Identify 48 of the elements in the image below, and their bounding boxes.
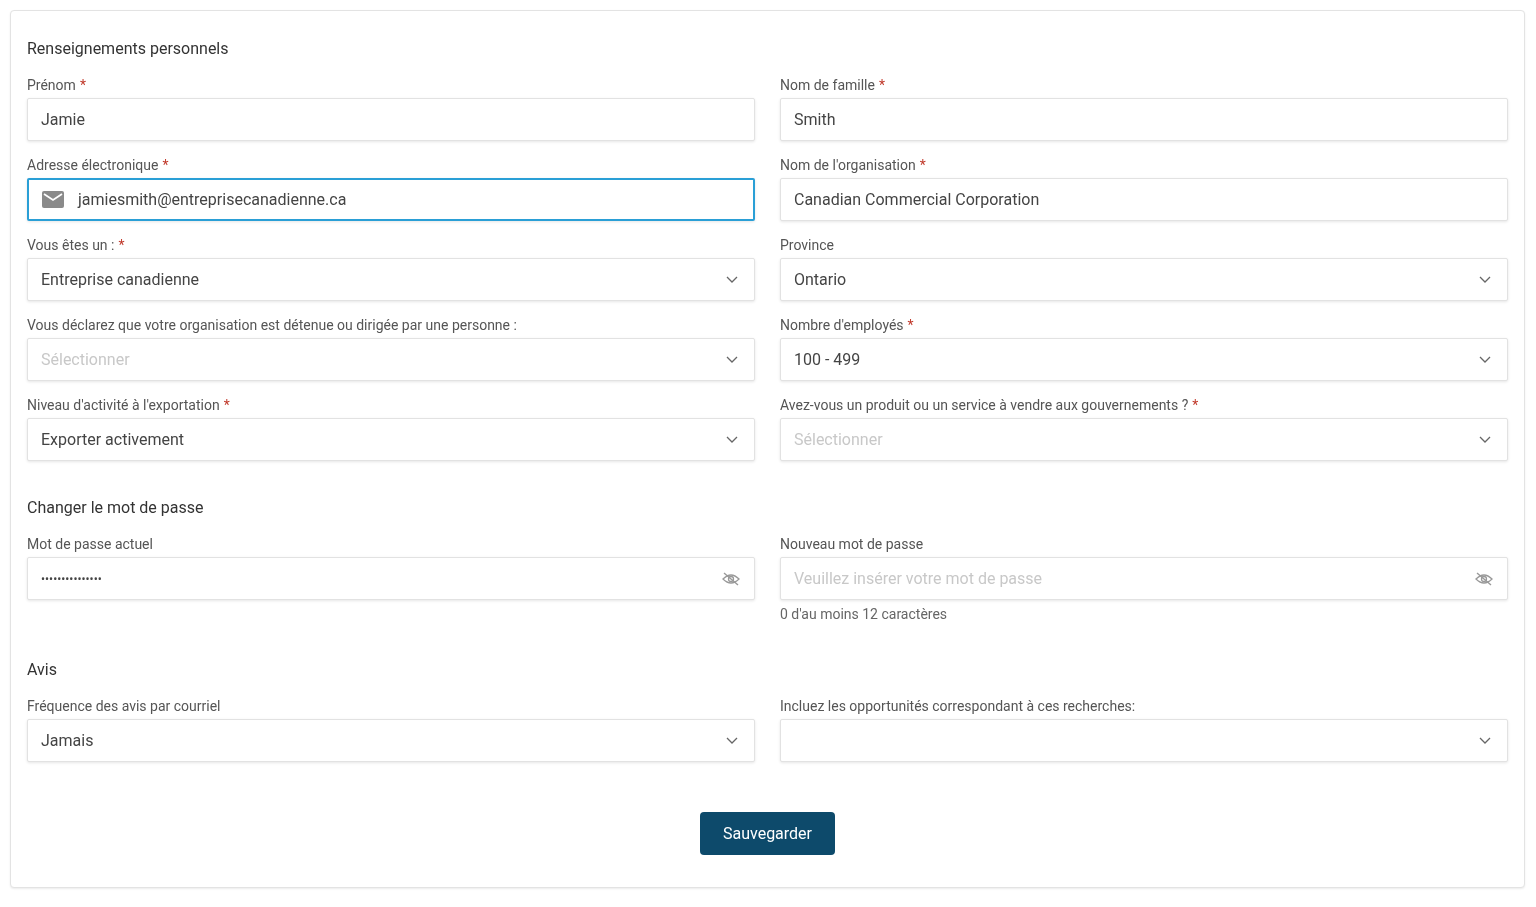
field-label: Incluez les opportunités correspondant à ces recherches:	[780, 697, 1136, 715]
field-label: Vous êtes un :	[27, 236, 115, 254]
chevron-down-icon	[726, 355, 738, 364]
text-field[interactable]: Jamie	[27, 98, 755, 141]
field-label: Nouveau mot de passe	[780, 535, 924, 553]
chevron-down-icon	[1479, 275, 1491, 284]
field-label: Prénom	[27, 76, 76, 94]
field-label: Avez-vous un produit ou un service à vendre aux gouvernements ?	[780, 396, 1189, 414]
field-label: Vous déclarez que votre organisation est détenue ou dirigée par une personne :	[27, 316, 517, 334]
required-mark: *	[1192, 396, 1199, 414]
required-mark: *	[79, 76, 86, 94]
section-title: Avis	[27, 659, 58, 681]
select-dropdown[interactable]: Entreprise canadienne	[27, 258, 755, 301]
text-field[interactable]: Canadian Commercial Corporation	[780, 178, 1508, 221]
required-mark: *	[919, 156, 926, 174]
eye-off-icon[interactable]	[1475, 571, 1493, 586]
select-dropdown[interactable]: Ontario	[780, 258, 1508, 301]
select-dropdown[interactable]: Exporter activement	[27, 418, 755, 461]
chevron-down-icon	[726, 736, 738, 745]
field-label: Adresse électronique	[27, 156, 159, 174]
required-mark: *	[907, 316, 914, 334]
field-label: Fréquence des avis par courriel	[27, 697, 221, 715]
save-button[interactable]: Sauvegarder	[699, 812, 835, 855]
chevron-down-icon	[1479, 355, 1491, 364]
chevron-down-icon	[726, 435, 738, 444]
password-field[interactable]: •••••••••••••••	[27, 557, 755, 600]
field-label: Mot de passe actuel	[27, 535, 153, 553]
select-dropdown[interactable]: Jamais	[27, 719, 755, 762]
field-label: Nom de famille	[780, 76, 875, 94]
chevron-down-icon	[1479, 736, 1491, 745]
hint-text: 0 d'au moins 12 caractères	[780, 605, 949, 623]
chevron-down-icon	[726, 275, 738, 284]
section-title: Renseignements personnels	[27, 38, 230, 60]
required-mark: *	[162, 156, 169, 174]
field-label: Nom de l'organisation	[780, 156, 916, 174]
field-label: Province	[780, 236, 834, 254]
select-dropdown[interactable]: 100 - 499	[780, 338, 1508, 381]
field-label: Niveau d'activité à l'exportation	[27, 396, 220, 414]
section-title: Changer le mot de passe	[27, 497, 205, 519]
required-mark: *	[118, 236, 125, 254]
eye-off-icon[interactable]	[722, 571, 740, 586]
required-mark: *	[878, 76, 885, 94]
field-label: Nombre d'employés	[780, 316, 904, 334]
required-mark: *	[223, 396, 230, 414]
envelope-icon	[42, 191, 64, 208]
chevron-down-icon	[1479, 435, 1491, 444]
text-field[interactable]: Smith	[780, 98, 1508, 141]
email-field[interactable]: jamiesmith@entreprisecanadienne.ca	[27, 178, 755, 221]
